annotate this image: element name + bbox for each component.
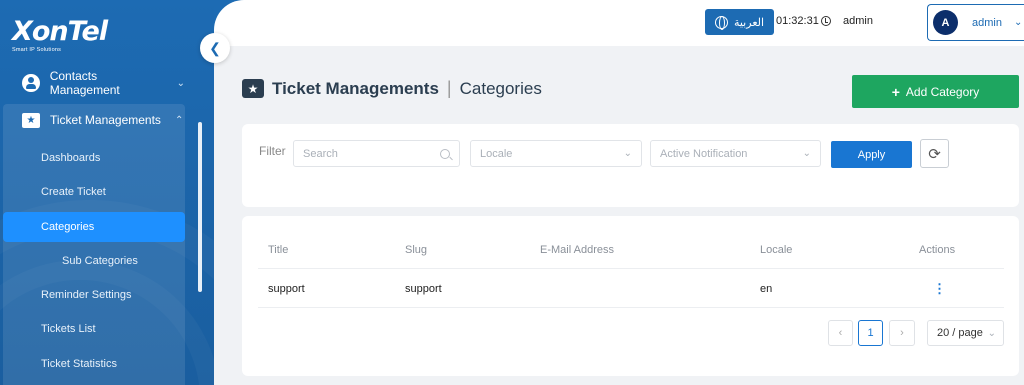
ticket-icon: ★ — [22, 112, 40, 128]
sidebar-scrollbar[interactable] — [198, 122, 202, 292]
clock-icon — [820, 16, 831, 26]
locale-placeholder: Locale — [480, 147, 513, 160]
language-switch-button[interactable]: العربية — [705, 9, 774, 35]
page-size-label: 20 / page — [937, 327, 983, 339]
chevron-down-icon: ⌄ — [623, 148, 632, 159]
ticket-icon: ★ — [242, 79, 264, 98]
column-header-locale[interactable]: Locale — [760, 244, 792, 256]
logo-tagline: Smart IP Solutions — [12, 47, 62, 53]
sidebar-item-reminder-settings[interactable]: Reminder Settings — [3, 280, 185, 310]
user-menu[interactable]: A admin ⌄ — [927, 4, 1024, 41]
more-vertical-icon[interactable]: ⋮ — [933, 281, 946, 297]
sidebar-item-ticket-statistics[interactable]: Ticket Statistics — [3, 349, 185, 379]
chevron-down-icon: ⌄ — [176, 77, 185, 89]
chevron-up-icon: ⌃ — [174, 114, 184, 126]
user-name: admin — [972, 16, 1002, 29]
chevron-left-icon: ❮ — [209, 39, 221, 56]
column-header-email[interactable]: E-Mail Address — [540, 244, 614, 256]
brand-logo[interactable]: XonTel Smart IP Solutions — [12, 16, 108, 54]
active-notification-select[interactable]: Active Notification ⌄ — [650, 140, 821, 167]
column-header-actions: Actions — [919, 244, 956, 256]
search-icon — [440, 148, 450, 159]
add-category-label: Add Category — [905, 84, 980, 99]
sidebar-item-dashboards[interactable]: Dashboards — [3, 143, 185, 173]
add-category-button[interactable]: + Add Category — [852, 75, 1019, 108]
pagination-next-button[interactable]: › — [889, 320, 915, 346]
page-title: ★ Ticket Managements | Categories — [242, 78, 542, 99]
page-title-main: Ticket Managements — [272, 78, 439, 98]
refresh-icon: ⟳ — [928, 145, 941, 163]
title-separator: | — [446, 78, 452, 98]
filter-label: Filter — [259, 144, 286, 158]
sidebar-item-contacts[interactable]: Contacts Management ⌄ — [0, 68, 185, 98]
top-header — [214, 0, 1024, 46]
page-size-select[interactable]: 20 / page ⌄ — [927, 320, 1004, 346]
user-circle-icon — [22, 74, 40, 92]
language-label: العربية — [733, 16, 765, 29]
sidebar: XonTel Smart IP Solutions Contacts Manag… — [0, 0, 214, 385]
locale-select[interactable]: Locale ⌄ — [470, 140, 642, 167]
clock-display: 01:32:31 — [776, 15, 831, 27]
pagination-page-1[interactable]: 1 — [858, 320, 883, 346]
collapse-sidebar-button[interactable]: ❮ — [200, 33, 230, 63]
sidebar-item-create-ticket[interactable]: Create Ticket — [3, 177, 185, 207]
globe-icon — [714, 15, 728, 30]
search-input[interactable]: Search — [293, 140, 460, 167]
table-divider — [258, 307, 1004, 308]
sidebar-item-label: Contacts Management — [49, 69, 120, 97]
column-header-slug[interactable]: Slug — [405, 244, 427, 256]
table-divider — [258, 268, 1004, 269]
sidebar-item-categories[interactable]: Categories — [3, 212, 185, 242]
cell-title: support — [268, 283, 305, 295]
sidebar-item-sub-categories[interactable]: Sub Categories — [3, 246, 185, 276]
cell-locale: en — [760, 283, 773, 295]
sidebar-item-tickets-list[interactable]: Tickets List — [3, 314, 185, 344]
chevron-left-icon: ‹ — [838, 327, 843, 339]
plus-icon: + — [891, 83, 900, 100]
apply-button[interactable]: Apply — [831, 141, 912, 168]
page-title-sub: Categories — [459, 78, 542, 98]
table-card — [242, 216, 1019, 376]
notification-placeholder: Active Notification — [660, 147, 748, 160]
pagination-prev-button[interactable]: ‹ — [828, 320, 853, 346]
refresh-button[interactable]: ⟳ — [920, 139, 949, 168]
chevron-right-icon: › — [900, 327, 904, 339]
chevron-down-icon: ⌄ — [1013, 17, 1023, 28]
cell-slug: support — [405, 283, 442, 295]
header-corner — [214, 0, 244, 30]
search-placeholder: Search — [303, 147, 338, 160]
sidebar-item-label: Ticket Managements — [50, 113, 161, 127]
avatar: A — [933, 10, 958, 35]
admin-label: admin — [843, 15, 873, 27]
chevron-down-icon: ⌄ — [802, 148, 811, 159]
column-header-title[interactable]: Title — [268, 244, 288, 256]
sidebar-item-ticket-managements[interactable]: ★ Ticket Managements ⌃ — [0, 106, 185, 134]
chevron-down-icon: ⌄ — [987, 327, 996, 339]
logo-text: XonTel — [12, 16, 108, 47]
time-text: 01:32:31 — [776, 15, 819, 27]
